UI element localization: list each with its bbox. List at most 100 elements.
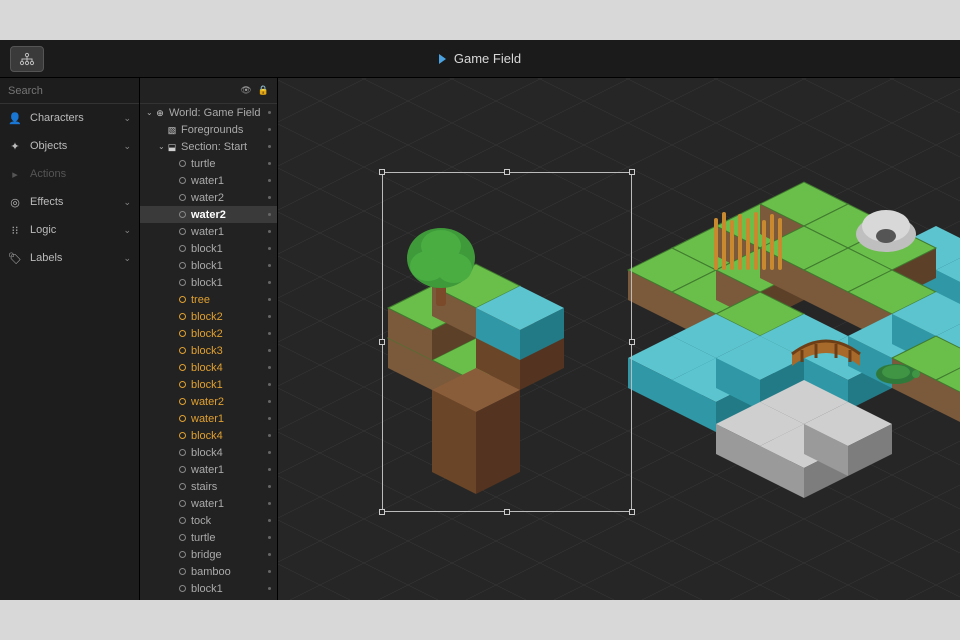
- handle-bl[interactable]: [379, 509, 385, 515]
- outliner-node[interactable]: turtle: [140, 529, 277, 546]
- hierarchy-icon: [19, 52, 35, 66]
- outliner-node[interactable]: block4: [140, 359, 277, 376]
- outliner-node[interactable]: ⌄⬓Section: Start: [140, 138, 277, 155]
- handle-tr[interactable]: [629, 169, 635, 175]
- outliner-node[interactable]: block1: [140, 597, 277, 600]
- mod-dot-icon: [268, 196, 271, 199]
- logic-icon: ⁝⁝: [8, 224, 22, 237]
- outliner-node[interactable]: water1: [140, 410, 277, 427]
- node-label: block1: [191, 277, 223, 289]
- canvas-viewport[interactable]: [278, 78, 960, 600]
- outliner-panel[interactable]: 👁 🔒 ⌄⊕World: Game Field▧Foregrounds⌄⬓Sec…: [140, 78, 278, 600]
- outliner-node[interactable]: block1: [140, 257, 277, 274]
- outliner-node[interactable]: ⌄⊕World: Game Field: [140, 104, 277, 121]
- node-label: water1: [191, 226, 224, 238]
- outliner-node[interactable]: water2: [140, 206, 277, 223]
- outliner-node[interactable]: bamboo: [140, 563, 277, 580]
- outliner-node[interactable]: block1: [140, 240, 277, 257]
- selection-box[interactable]: [382, 172, 632, 512]
- outliner-node[interactable]: block3: [140, 342, 277, 359]
- node-label: water1: [191, 413, 224, 425]
- lock-icon[interactable]: 🔒: [258, 85, 269, 96]
- characters-icon: 👤: [8, 112, 22, 125]
- outliner-node[interactable]: water1: [140, 495, 277, 512]
- objects-icon: ✦: [8, 140, 22, 153]
- node-label: block2: [191, 311, 223, 323]
- node-label: turtle: [191, 532, 215, 544]
- mod-dot-icon: [268, 264, 271, 267]
- outliner-node[interactable]: block2: [140, 308, 277, 325]
- outliner-node[interactable]: ▧Foregrounds: [140, 121, 277, 138]
- outliner-header: 👁 🔒: [140, 78, 277, 104]
- node-type-icon: [176, 464, 188, 476]
- outliner-node[interactable]: block4: [140, 427, 277, 444]
- outliner-node[interactable]: water2: [140, 393, 277, 410]
- outliner-node[interactable]: block1: [140, 274, 277, 291]
- mod-dot-icon: [268, 111, 271, 114]
- search-row: [0, 78, 139, 104]
- outliner-node[interactable]: water2: [140, 189, 277, 206]
- node-type-icon: ▧: [166, 124, 178, 136]
- category-actions: ▸Actions: [0, 160, 139, 188]
- outliner-node[interactable]: turtle: [140, 155, 277, 172]
- handle-tm[interactable]: [504, 169, 510, 175]
- node-label: water1: [191, 498, 224, 510]
- mod-dot-icon: [268, 417, 271, 420]
- effects-icon: ◎: [8, 196, 22, 209]
- mod-dot-icon: [268, 502, 271, 505]
- node-label: block1: [191, 583, 223, 595]
- node-label: turtle: [191, 158, 215, 170]
- outliner-node[interactable]: block1: [140, 376, 277, 393]
- outliner-node[interactable]: water1: [140, 223, 277, 240]
- mod-dot-icon: [268, 298, 271, 301]
- node-label: block1: [191, 600, 223, 601]
- node-label: water1: [191, 464, 224, 476]
- outliner-node[interactable]: tree: [140, 291, 277, 308]
- chevron-down-icon: ⌄: [123, 225, 131, 236]
- category-label: Actions: [30, 168, 66, 180]
- handle-br[interactable]: [629, 509, 635, 515]
- outliner-node[interactable]: water1: [140, 461, 277, 478]
- outliner-node[interactable]: bridge: [140, 546, 277, 563]
- handle-bm[interactable]: [504, 509, 510, 515]
- hierarchy-button[interactable]: [10, 46, 44, 72]
- mod-dot-icon: [268, 145, 271, 148]
- node-label: bamboo: [191, 566, 231, 578]
- category-characters[interactable]: 👤Characters⌄: [0, 104, 139, 132]
- search-input[interactable]: [8, 85, 150, 97]
- outliner-node[interactable]: block2: [140, 325, 277, 342]
- mod-dot-icon: [268, 451, 271, 454]
- outliner-node[interactable]: block4: [140, 444, 277, 461]
- mod-dot-icon: [268, 349, 271, 352]
- node-type-icon: [176, 481, 188, 493]
- mod-dot-icon: [268, 179, 271, 182]
- node-type-icon: [176, 447, 188, 459]
- handle-mr[interactable]: [629, 339, 635, 345]
- category-labels[interactable]: 🏷Labels⌄: [0, 244, 139, 272]
- node-label: tock: [191, 515, 211, 527]
- category-effects[interactable]: ◎Effects⌄: [0, 188, 139, 216]
- category-panel: 👤Characters⌄✦Objects⌄▸Actions◎Effects⌄⁝⁝…: [0, 78, 140, 600]
- body: 👤Characters⌄✦Objects⌄▸Actions◎Effects⌄⁝⁝…: [0, 78, 960, 600]
- toolbar: Game Field: [0, 40, 960, 78]
- mod-dot-icon: [268, 434, 271, 437]
- outliner-node[interactable]: water1: [140, 172, 277, 189]
- outliner-node[interactable]: tock: [140, 512, 277, 529]
- handle-ml[interactable]: [379, 339, 385, 345]
- node-label: bridge: [191, 549, 222, 561]
- category-objects[interactable]: ✦Objects⌄: [0, 132, 139, 160]
- node-label: block4: [191, 447, 223, 459]
- mod-dot-icon: [268, 213, 271, 216]
- category-label: Objects: [30, 140, 67, 152]
- handle-tl[interactable]: [379, 169, 385, 175]
- outliner-node[interactable]: stairs: [140, 478, 277, 495]
- mod-dot-icon: [268, 247, 271, 250]
- category-logic[interactable]: ⁝⁝Logic⌄: [0, 216, 139, 244]
- outliner-node[interactable]: block1: [140, 580, 277, 597]
- node-label: block2: [191, 328, 223, 340]
- node-label: Section: Start: [181, 141, 247, 153]
- mod-dot-icon: [268, 383, 271, 386]
- visibility-icon[interactable]: 👁: [240, 85, 251, 96]
- category-label: Effects: [30, 196, 63, 208]
- node-type-icon: [176, 413, 188, 425]
